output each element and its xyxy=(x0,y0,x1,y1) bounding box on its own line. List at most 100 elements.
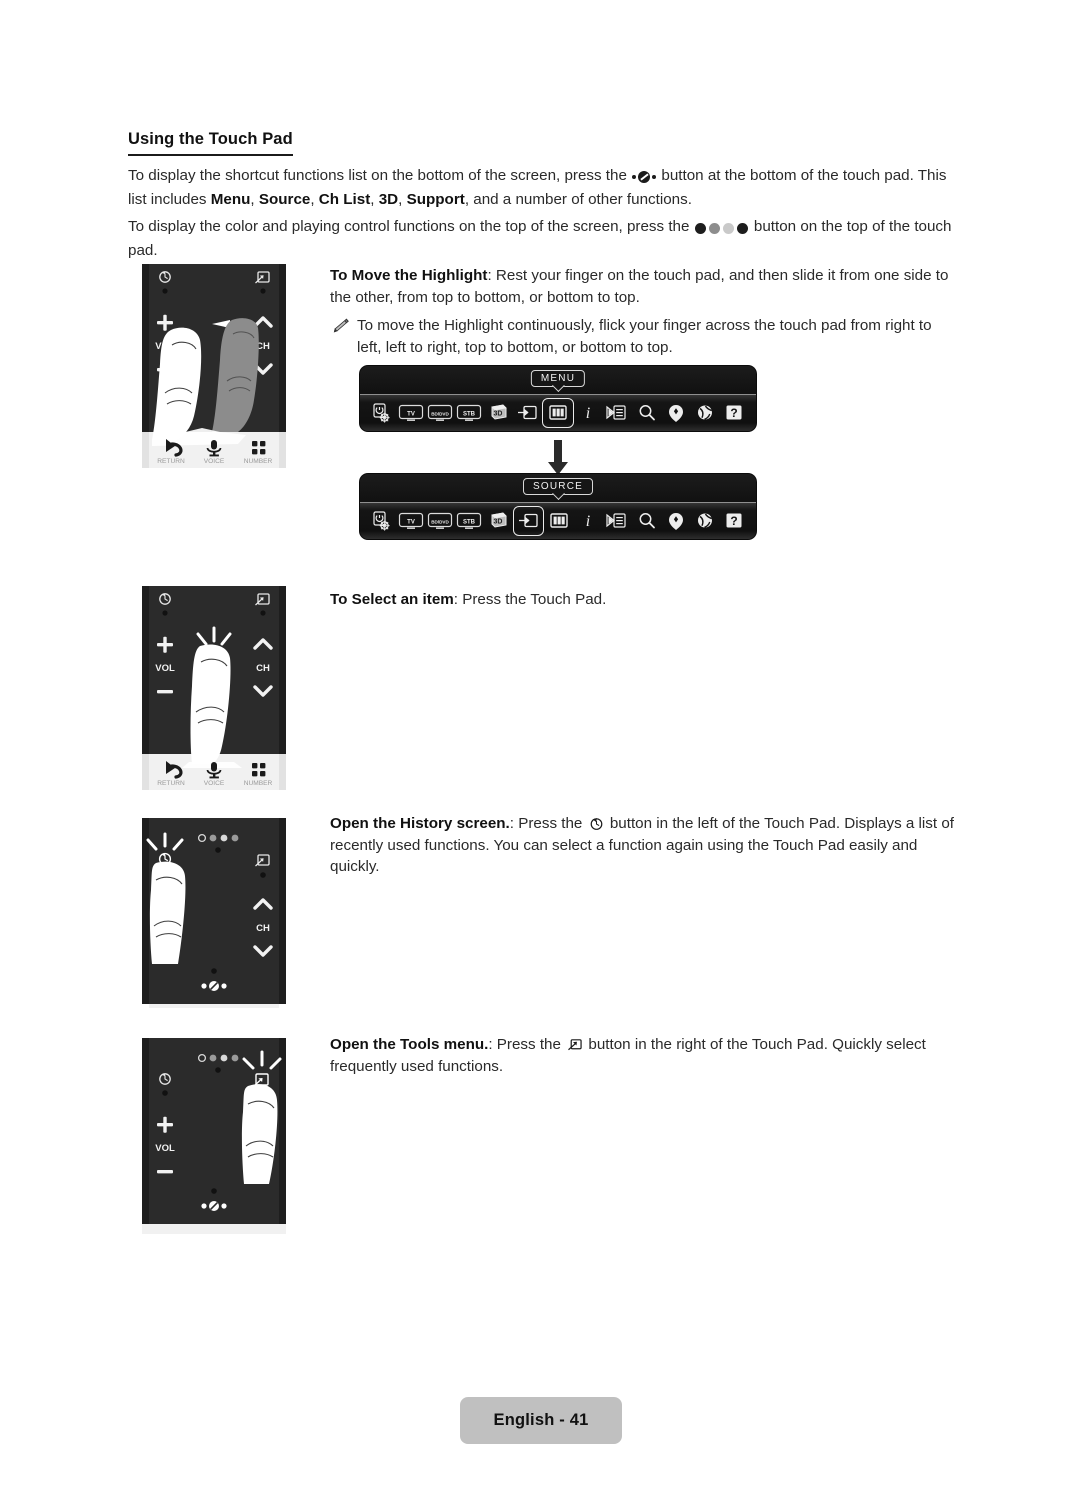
tv-icon[interactable]: TV xyxy=(396,506,425,536)
sep: , xyxy=(250,190,259,208)
search-icon[interactable] xyxy=(632,398,661,428)
svg-text:VOL: VOL xyxy=(155,1143,175,1154)
intro-p1-text-a: To display the shortcut functions list o… xyxy=(128,167,632,184)
menu-panel-icon[interactable] xyxy=(542,397,574,428)
term-menu: Menu xyxy=(210,190,251,208)
color-button-2 xyxy=(723,223,735,234)
source-input-icon xyxy=(518,513,538,527)
history-button-dot xyxy=(162,1090,168,1096)
onscreen-source-bar: SOURCE TV BD/DVD STB 3D i? xyxy=(360,474,756,539)
svg-text:STB: STB xyxy=(463,519,476,525)
remote-tools-svg: VOL xyxy=(134,1038,294,1234)
tools-button-dot xyxy=(260,872,266,878)
apps-icon xyxy=(668,512,683,530)
stb-icon: STB xyxy=(457,512,482,529)
tools-icon xyxy=(568,1038,582,1050)
touchpad-center-dot xyxy=(211,968,217,974)
source-input-icon[interactable] xyxy=(513,398,542,428)
power-settings-icon xyxy=(373,402,390,423)
flow-arrow-block xyxy=(360,440,756,478)
ch-list-icon xyxy=(606,512,627,528)
search-icon xyxy=(639,512,655,528)
info-icon[interactable]: i xyxy=(574,398,603,428)
svg-text:i: i xyxy=(586,513,590,530)
search-icon xyxy=(639,404,655,420)
bd-dvd-icon[interactable]: BD/DVD xyxy=(425,398,454,428)
number-label: NUMBER xyxy=(244,458,273,465)
bd-dvd-icon[interactable]: BD/DVD xyxy=(425,506,454,536)
power-settings-icon[interactable] xyxy=(367,398,396,428)
power-settings-icon xyxy=(373,510,390,531)
tv-icon: TV xyxy=(398,512,423,529)
remote-history-svg: CH xyxy=(134,818,294,1008)
apps-icon xyxy=(668,404,683,422)
remote-swipe-svg: VOL CH xyxy=(134,264,294,468)
bd-dvd-icon: BD/DVD xyxy=(427,404,453,421)
support-help-icon[interactable]: ? xyxy=(720,398,749,428)
tools-body-a: : Press the xyxy=(488,1036,566,1053)
support-help-icon[interactable]: ? xyxy=(720,506,749,536)
sep: , xyxy=(398,190,407,208)
remote-illustration-tools: VOL xyxy=(134,1038,294,1234)
note-move-highlight: To move the Highlight continuously, flic… xyxy=(330,315,958,358)
menu-panel-icon xyxy=(549,404,567,420)
pencil-note-icon xyxy=(333,318,349,333)
section-move-highlight: To Move the Highlight: Rest your finger … xyxy=(330,265,958,308)
select-body: : Press the Touch Pad. xyxy=(453,591,607,608)
source-input-icon xyxy=(517,405,537,419)
ch-list-icon[interactable] xyxy=(603,398,632,428)
svg-text:BD/DVD: BD/DVD xyxy=(431,411,449,416)
tools-button-dot xyxy=(260,610,266,616)
menu-panel-icon[interactable] xyxy=(544,506,573,536)
voice-label: VOICE xyxy=(204,780,225,787)
web-browser-icon[interactable] xyxy=(691,506,720,536)
color-button-3 xyxy=(737,223,749,234)
history-button-dot xyxy=(162,610,168,616)
three-d-icon[interactable]: 3D xyxy=(484,398,513,428)
remote-press-svg: VOL CH RETURN VOICE NUMBER xyxy=(134,586,294,790)
web-browser-icon xyxy=(698,405,713,420)
search-icon[interactable] xyxy=(632,506,661,536)
three-d-icon: 3D xyxy=(490,511,507,528)
bd-dvd-icon: BD/DVD xyxy=(427,512,453,529)
stb-icon[interactable]: STB xyxy=(455,398,484,428)
stb-icon[interactable]: STB xyxy=(455,506,484,536)
color-button-0 xyxy=(695,223,707,234)
menu-bar-icon-row: TV BD/DVD STB 3D i? xyxy=(360,394,756,431)
info-icon: i xyxy=(586,405,590,422)
apps-icon[interactable] xyxy=(661,506,690,536)
menu-bar-block: MENU TV BD/DVD STB 3D i? xyxy=(360,366,756,431)
source-bar-icon-row: TV BD/DVD STB 3D i? xyxy=(360,502,756,539)
ch-list-icon[interactable] xyxy=(603,506,632,536)
onscreen-menu-bar: MENU TV BD/DVD STB 3D i? xyxy=(360,366,756,431)
remote-illustration-history: CH xyxy=(134,818,294,1008)
touchpad-shortcut-icon xyxy=(631,167,657,189)
remote-illustration-press: VOL CH RETURN VOICE NUMBER xyxy=(134,586,294,790)
svg-text:?: ? xyxy=(731,406,738,420)
page-footer: English - 41 xyxy=(460,1397,622,1444)
touchpad-center-dot xyxy=(211,1188,217,1194)
voice-label: VOICE xyxy=(204,458,225,465)
sep: , xyxy=(310,190,319,208)
term-support: Support xyxy=(406,190,465,208)
source-input-icon[interactable] xyxy=(513,505,545,536)
info-icon[interactable]: i xyxy=(574,506,603,536)
power-settings-icon[interactable] xyxy=(367,506,396,536)
menu-callout-label: MENU xyxy=(530,370,586,387)
history-icon xyxy=(590,817,602,830)
three-d-icon[interactable]: 3D xyxy=(484,506,513,536)
return-label: RETURN xyxy=(157,458,185,465)
svg-text:i: i xyxy=(586,405,590,422)
color-buttons-icon xyxy=(694,218,750,240)
history-title: Open the History screen. xyxy=(330,815,510,832)
tools-title: Open the Tools menu. xyxy=(330,1036,489,1053)
apps-icon[interactable] xyxy=(661,398,690,428)
tv-icon[interactable]: TV xyxy=(396,398,425,428)
svg-text:VOL: VOL xyxy=(155,663,175,674)
ch-label: CH xyxy=(256,663,270,674)
support-help-icon: ? xyxy=(726,405,742,420)
move-title: To Move the Highlight xyxy=(330,267,488,284)
web-browser-icon[interactable] xyxy=(691,398,720,428)
source-bar-block: SOURCE TV BD/DVD STB 3D i? xyxy=(360,474,756,539)
color-button-1 xyxy=(709,223,721,234)
